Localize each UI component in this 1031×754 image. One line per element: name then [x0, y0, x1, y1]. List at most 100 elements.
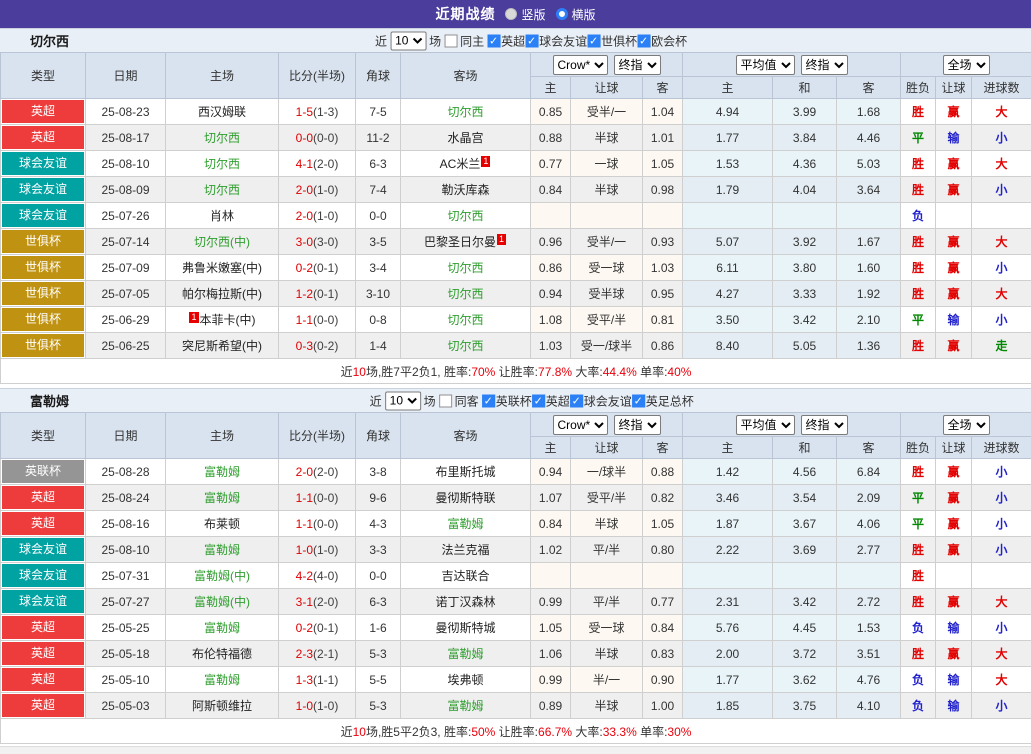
- avg-source-select[interactable]: 平均值: [736, 55, 795, 75]
- odds-home: 0.94: [531, 459, 571, 485]
- league-filter-checkbox[interactable]: ✓: [570, 394, 583, 407]
- result-handicap-cell: 赢: [936, 255, 972, 281]
- vertical-layout-radio[interactable]: [505, 8, 517, 20]
- home-team-cell: 富勒姆(中): [166, 563, 279, 589]
- team-name: 富勒姆: [0, 391, 69, 410]
- avg-final-select[interactable]: 终指: [801, 55, 848, 75]
- result-handicap: 输: [948, 699, 960, 713]
- result-goals-cell: 大: [972, 641, 1031, 667]
- away-team: 富勒姆: [447, 647, 483, 661]
- result-goals: 小: [996, 543, 1008, 557]
- league-filter: ✓球会友谊: [525, 32, 587, 49]
- match-date: 25-08-16: [86, 511, 166, 537]
- summary-segment: 场,胜5平2负3, 胜率:: [366, 725, 471, 739]
- avg-away-odds: 6.84: [837, 459, 901, 485]
- away-team: 埃弗顿: [447, 673, 483, 687]
- layout-option-vertical: 竖版: [505, 6, 545, 23]
- odds-final-select[interactable]: 终指: [614, 55, 661, 75]
- league-badge: 球会友谊: [2, 178, 84, 201]
- horizontal-scrollbar[interactable]: [0, 746, 1031, 754]
- odds-final-select[interactable]: 终指: [614, 415, 661, 435]
- away-team-cell: 布里斯托城: [401, 459, 531, 485]
- match-date: 25-06-25: [86, 333, 166, 359]
- match-count-select[interactable]: 10: [385, 391, 421, 410]
- same-venue-checkbox[interactable]: [439, 394, 452, 407]
- filter-bar: 近 10 场 同客 ✓英联杯✓英超✓球会友谊✓英足总杯: [370, 391, 694, 410]
- match-row: 英超25-05-03阿斯顿维拉1-0(1-0)5-3富勒姆0.89半球1.001…: [1, 693, 1031, 719]
- away-team-cell: 切尔西: [401, 333, 531, 359]
- match-row: 世俱杯25-06-291本菲卡(中)1-1(0-0)0-8切尔西1.08受平/半…: [1, 307, 1031, 333]
- team-section-fulham: 富勒姆 近 10 场 同客 ✓英联杯✓英超✓球会友谊✓英足总杯 类型 日期 主场…: [0, 388, 1031, 744]
- league-filter-checkbox[interactable]: ✓: [482, 394, 495, 407]
- home-team-cell: 富勒姆: [166, 537, 279, 563]
- match-count-select[interactable]: 10: [390, 31, 426, 50]
- corners: 7-5: [356, 99, 401, 125]
- odds-source-select[interactable]: Crow*: [553, 55, 608, 75]
- odds-home: [531, 563, 571, 589]
- league-badge: 英超: [2, 642, 84, 665]
- league-filter-checkbox[interactable]: ✓: [632, 394, 645, 407]
- away-team-cell: 富勒姆: [401, 511, 531, 537]
- result-outcome: 负: [912, 699, 924, 713]
- result-goals-cell: 小: [972, 255, 1031, 281]
- halftime-score: (1-3): [313, 105, 338, 119]
- subcol-result: 胜负: [901, 437, 936, 459]
- result-outcome-cell: 胜: [901, 99, 936, 125]
- avg-source-select[interactable]: 平均值: [736, 415, 795, 435]
- league-type-cell: 世俱杯: [1, 229, 86, 255]
- league-type-cell: 英超: [1, 125, 86, 151]
- subcol-goals-result: 进球数: [972, 77, 1031, 99]
- league-filter-checkbox[interactable]: ✓: [525, 34, 538, 47]
- horizontal-layout-radio[interactable]: [556, 8, 568, 20]
- league-filter-checkbox[interactable]: ✓: [532, 394, 545, 407]
- horizontal-layout-label: 横版: [572, 6, 596, 23]
- summary-segment: 66.7%: [538, 725, 572, 739]
- odds-home: 0.88: [531, 125, 571, 151]
- odds-away: 1.00: [643, 693, 683, 719]
- result-outcome: 胜: [912, 287, 924, 301]
- col-header-type: 类型: [1, 413, 86, 459]
- avg-draw-odds: 4.56: [773, 459, 837, 485]
- avg-away-odds: 4.10: [837, 693, 901, 719]
- home-team-cell: 富勒姆: [166, 459, 279, 485]
- league-filter-checkbox[interactable]: ✓: [587, 34, 600, 47]
- halftime-score: (2-0): [313, 157, 338, 171]
- result-handicap-cell: 赢: [936, 641, 972, 667]
- scope-select[interactable]: 全场: [943, 415, 990, 435]
- odds-home: 1.07: [531, 485, 571, 511]
- halftime-score: (0-1): [313, 621, 338, 635]
- result-handicap: 赢: [948, 235, 960, 249]
- home-team-cell: 布伦特福德: [166, 641, 279, 667]
- avg-select-group: 平均值终指: [683, 413, 901, 437]
- result-outcome-cell: 胜: [901, 563, 936, 589]
- odds-source-select[interactable]: Crow*: [553, 415, 608, 435]
- match-date: 25-06-29: [86, 307, 166, 333]
- avg-home-odds: 2.31: [683, 589, 773, 615]
- league-filter-checkbox[interactable]: ✓: [487, 34, 500, 47]
- away-team-cell: 切尔西: [401, 99, 531, 125]
- same-venue-checkbox[interactable]: [444, 34, 457, 47]
- away-team: 吉达联合: [441, 569, 489, 583]
- result-goals-cell: 小: [972, 537, 1031, 563]
- avg-final-select[interactable]: 终指: [801, 415, 848, 435]
- result-outcome-cell: 胜: [901, 281, 936, 307]
- fulltime-score: 0-2: [296, 621, 313, 635]
- away-team-cell: 水晶宫: [401, 125, 531, 151]
- subcol-goals-result: 进球数: [972, 437, 1031, 459]
- layout-option-horizontal: 横版: [556, 6, 596, 23]
- home-team-cell: 切尔西: [166, 151, 279, 177]
- match-date: 25-07-14: [86, 229, 166, 255]
- score-cell: 1-1(0-0): [279, 307, 356, 333]
- match-row: 英超25-08-24富勒姆1-1(0-0)9-6曼彻斯特联1.07受平/半0.8…: [1, 485, 1031, 511]
- avg-home-odds: [683, 203, 773, 229]
- league-badge: 球会友谊: [2, 564, 84, 587]
- fulltime-score: 2-0: [296, 183, 313, 197]
- handicap-line: 受半/一: [571, 99, 643, 125]
- league-badge: 世俱杯: [2, 230, 84, 253]
- result-handicap: 赢: [948, 543, 960, 557]
- league-filter-label: 世俱杯: [601, 32, 637, 49]
- league-filter-checkbox[interactable]: ✓: [637, 34, 650, 47]
- score-cell: 1-1(0-0): [279, 511, 356, 537]
- avg-away-odds: 3.64: [837, 177, 901, 203]
- scope-select[interactable]: 全场: [943, 55, 990, 75]
